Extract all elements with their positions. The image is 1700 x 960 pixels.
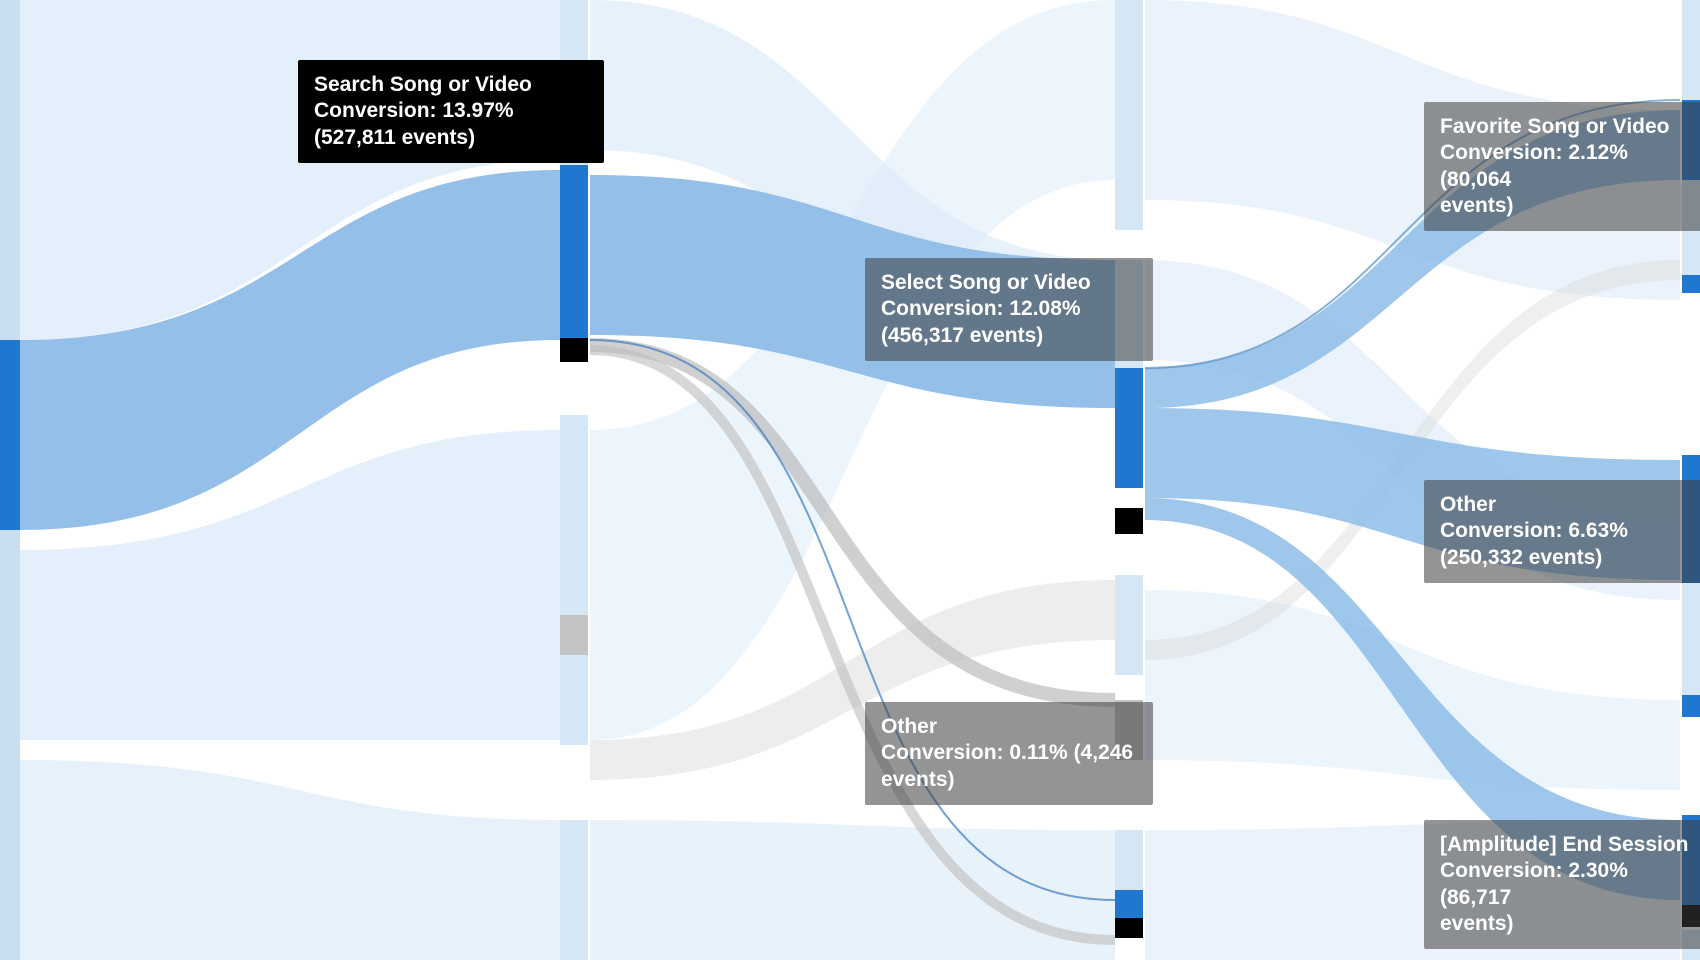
tooltip-conv: Conversion: 2.12% (80,064 xyxy=(1440,140,1700,193)
tooltip-title: Search Song or Video xyxy=(314,72,588,98)
tooltip-events: events) xyxy=(1440,193,1700,219)
tooltip-title: Favorite Song or Video xyxy=(1440,114,1700,140)
tooltip-title: Other xyxy=(881,714,1137,740)
tooltip-favorite: Favorite Song or Video Conversion: 2.12%… xyxy=(1424,102,1700,231)
tooltip-title: Select Song or Video xyxy=(881,270,1137,296)
tooltip-events: events) xyxy=(1440,911,1700,937)
tooltip-events: (456,317 events) xyxy=(881,323,1137,349)
node-search[interactable] xyxy=(560,165,588,338)
tooltip-conv: Conversion: 13.97% xyxy=(314,98,588,124)
tooltip-conv: Conversion: 6.63% xyxy=(1440,518,1700,544)
tooltip-conv: Conversion: 0.11% (4,246 xyxy=(881,740,1137,766)
node-col2-other[interactable] xyxy=(1115,890,1143,918)
tooltip-conv: Conversion: 2.30% (86,717 xyxy=(1440,858,1700,911)
node-start-selected[interactable] xyxy=(0,340,20,530)
tooltip-other-col2: Other Conversion: 0.11% (4,246 events) xyxy=(865,702,1153,805)
tooltip-conv: Conversion: 12.08% xyxy=(881,296,1137,322)
tooltip-other-col3: Other Conversion: 6.63% (250,332 events) xyxy=(1424,480,1700,583)
node-select-drop[interactable] xyxy=(1115,508,1143,534)
tooltip-search: Search Song or Video Conversion: 13.97% … xyxy=(298,60,604,163)
tooltip-end-session: [Amplitude] End Session Conversion: 2.30… xyxy=(1424,820,1700,949)
tooltip-events: (250,332 events) xyxy=(1440,545,1700,571)
tooltip-events: events) xyxy=(881,767,1137,793)
tooltip-select: Select Song or Video Conversion: 12.08% … xyxy=(865,258,1153,361)
node-col0 xyxy=(0,0,20,960)
node-search-drop[interactable] xyxy=(560,338,588,362)
tooltip-title: Other xyxy=(1440,492,1700,518)
tooltip-events: (527,811 events) xyxy=(314,125,588,151)
node-select[interactable] xyxy=(1115,368,1143,488)
tooltip-title: [Amplitude] End Session xyxy=(1440,832,1700,858)
